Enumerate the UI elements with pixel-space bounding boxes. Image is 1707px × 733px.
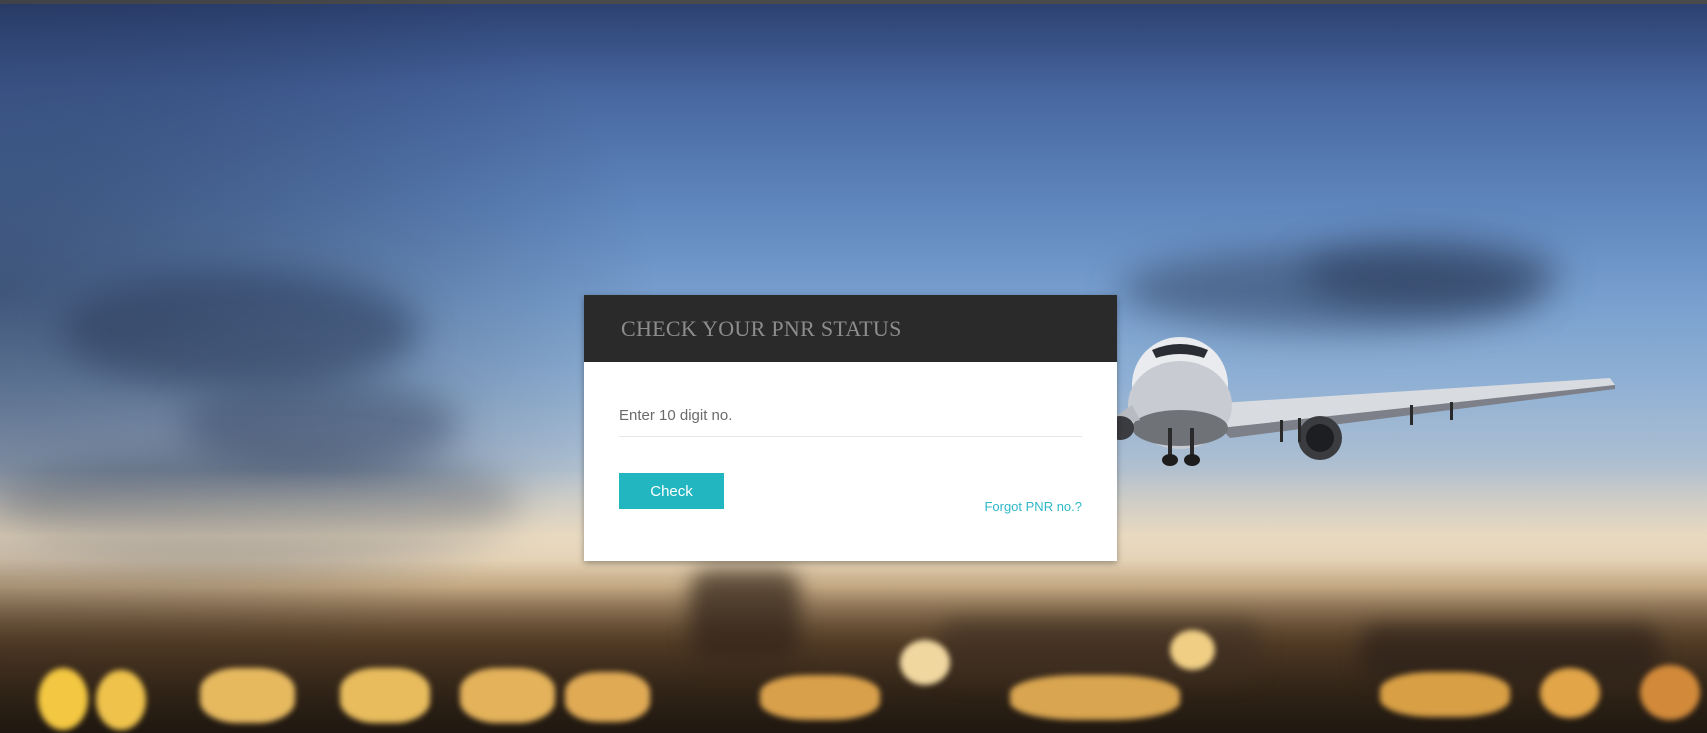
- bokeh-light: [1170, 630, 1215, 670]
- bokeh-light: [760, 675, 880, 720]
- page-background: CHECK YOUR PNR STATUS Check Forgot PNR n…: [0, 0, 1707, 733]
- bokeh-light: [1640, 665, 1700, 720]
- dialog-body: Check Forgot PNR no.?: [584, 362, 1117, 561]
- pnr-status-dialog: CHECK YOUR PNR STATUS Check Forgot PNR n…: [584, 295, 1117, 561]
- bokeh-light: [1380, 672, 1510, 717]
- cloud-shape: [60, 270, 420, 390]
- skyline-shape: [1360, 625, 1660, 680]
- bokeh-light: [565, 672, 650, 722]
- bokeh-light: [900, 640, 950, 685]
- forgot-pnr-link[interactable]: Forgot PNR no.?: [984, 499, 1082, 514]
- dialog-title: CHECK YOUR PNR STATUS: [621, 315, 902, 341]
- pnr-number-input[interactable]: [619, 395, 1082, 437]
- bokeh-light: [96, 670, 146, 730]
- bokeh-light: [38, 668, 88, 730]
- airplane-icon: [1110, 337, 1615, 466]
- bokeh-light: [1010, 675, 1180, 720]
- check-button[interactable]: Check: [619, 473, 724, 509]
- skyline-shape: [690, 570, 800, 660]
- cloud-shape: [1300, 240, 1560, 310]
- bokeh-light: [460, 668, 555, 723]
- bokeh-light: [1540, 668, 1600, 718]
- dialog-header: CHECK YOUR PNR STATUS: [584, 295, 1117, 362]
- bokeh-light: [200, 668, 295, 723]
- bokeh-light: [340, 668, 430, 723]
